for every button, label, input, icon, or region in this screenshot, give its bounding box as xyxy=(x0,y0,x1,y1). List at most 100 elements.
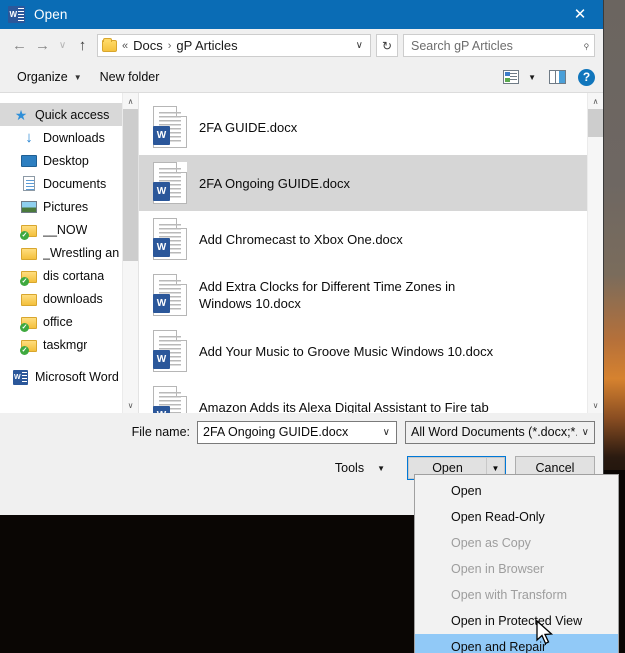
file-name-label: Add Chromecast to Xbox One.docx xyxy=(199,231,403,247)
sidebar-item-now[interactable]: __NOW➤ xyxy=(0,218,138,241)
word-icon: W xyxy=(8,6,25,23)
word-icon-letter: W xyxy=(9,9,18,19)
menu-item-label: Open Read-Only xyxy=(451,510,545,524)
file-name-label: Amazon Adds its Alexa Digital Assistant … xyxy=(199,399,489,414)
sidebar-item-downloads[interactable]: ↓Downloads➤ xyxy=(0,126,138,149)
file-list-item[interactable]: W 2FA Ongoing GUIDE.docx xyxy=(139,155,587,211)
filelist-scrollbar[interactable]: ∧ ∨ xyxy=(587,93,603,413)
chevron-down-icon[interactable]: ∨ xyxy=(377,427,396,438)
scroll-down-icon[interactable]: ∨ xyxy=(123,397,138,413)
title-bar: W Open ✕ xyxy=(0,0,603,29)
breadcrumb[interactable]: « Docs › gP Articles ∨ xyxy=(97,34,371,57)
sidebar-scroll-thumb[interactable] xyxy=(123,109,138,261)
scroll-down-icon[interactable]: ∨ xyxy=(588,397,603,413)
word-document-icon: W xyxy=(153,274,187,316)
refresh-icon[interactable]: ↻ xyxy=(376,34,398,57)
file-name-label: Add Extra Clocks for Different Time Zone… xyxy=(199,279,456,311)
file-name-label: 2FA GUIDE.docx xyxy=(199,119,298,135)
word-badge: W xyxy=(153,126,170,145)
window-title: Open xyxy=(34,7,68,22)
breadcrumb-item-gp-articles[interactable]: gP Articles xyxy=(176,38,237,53)
menu-item-open-and-repair[interactable]: Open and Repair xyxy=(415,634,618,653)
sidebar-item-office[interactable]: office xyxy=(0,310,138,333)
file-list-item[interactable]: W Add Your Music to Groove Music Windows … xyxy=(139,323,587,379)
sidebar-item-label: Documents xyxy=(43,176,107,191)
documents-icon xyxy=(23,175,35,191)
open-dropdown-menu: Open Open Read-Only Open as Copy Open in Br… xyxy=(414,474,619,653)
breadcrumb-item-docs[interactable]: Docs xyxy=(133,38,163,53)
sidebar-item-label: Microsoft Word xyxy=(35,369,119,384)
sidebar-item-label: Downloads xyxy=(43,130,105,145)
navigation-bar: ← → ∨ ↑ « Docs › gP Articles ∨ ↻ Search … xyxy=(0,29,603,62)
menu-item-open-with-transform: Open with Transform xyxy=(415,582,618,608)
word-badge: W xyxy=(153,406,170,413)
sidebar-item-label: dis cortana xyxy=(43,268,105,283)
menu-item-open-in-protected-view[interactable]: Open in Protected View xyxy=(415,608,618,634)
file-list-item[interactable]: W Amazon Adds its Alexa Digital Assistant… xyxy=(139,379,587,413)
search-input[interactable]: Search gP Articles ⌕ xyxy=(403,34,595,57)
filename-label: File name: xyxy=(131,425,190,439)
chevron-down-icon[interactable]: ▼ xyxy=(522,73,542,82)
sidebar-item-label: __NOW xyxy=(43,222,88,237)
word-document-icon: W xyxy=(153,386,187,413)
sidebar-item-desktop[interactable]: Desktop➤ xyxy=(0,149,138,172)
forward-button[interactable]: → xyxy=(31,34,54,57)
organize-button[interactable]: Organize ▼ xyxy=(8,65,91,89)
menu-item-label: Open and Repair xyxy=(451,640,547,653)
navigation-pane: ★Quick access↓Downloads➤Desktop➤Document… xyxy=(0,93,139,413)
sidebar-item-taskmgr[interactable]: taskmgr xyxy=(0,333,138,356)
word-badge: W xyxy=(153,182,170,201)
scroll-up-icon[interactable]: ∧ xyxy=(588,93,603,109)
sidebar-scrollbar[interactable]: ∧ ∨ xyxy=(122,93,138,413)
sidebar-item-pictures[interactable]: Pictures➤ xyxy=(0,195,138,218)
sidebar-item-label: Desktop xyxy=(43,153,89,168)
menu-item-open-in-browser: Open in Browser xyxy=(415,556,618,582)
menu-item-label: Open in Browser xyxy=(451,562,545,576)
file-list-item[interactable]: W 2FA GUIDE.docx xyxy=(139,99,587,155)
pictures-icon xyxy=(21,200,37,213)
scroll-up-icon[interactable]: ∧ xyxy=(123,93,138,109)
preview-pane-icon[interactable] xyxy=(549,70,566,84)
chevron-down-icon: ▼ xyxy=(377,463,385,473)
chevron-down-icon[interactable]: ∨ xyxy=(577,427,594,438)
filename-value: 2FA Ongoing GUIDE.docx xyxy=(203,425,349,439)
file-list-items: W 2FA GUIDE.docx W 2FA Ongoing GUIDE.docx W A… xyxy=(139,93,603,413)
chevron-down-icon[interactable]: ∨ xyxy=(349,40,370,51)
file-list-item[interactable]: W Add Chromecast to Xbox One.docx xyxy=(139,211,587,267)
sidebar-item-downloads[interactable]: downloads xyxy=(0,287,138,310)
sidebar-item-quick-access[interactable]: ★ Quick access xyxy=(0,103,138,126)
change-view-icon[interactable] xyxy=(503,70,520,84)
sidebar-item-label: Pictures xyxy=(43,199,89,214)
sidebar-item-microsoft-word[interactable]: W Microsoft Word xyxy=(0,365,138,388)
menu-item-open-read-only[interactable]: Open Read-Only xyxy=(415,504,618,530)
sidebar-item-wrestling-an[interactable]: _Wrestling an➤ xyxy=(0,241,138,264)
folder-sync-icon xyxy=(21,270,37,283)
tools-button[interactable]: Tools ▼ xyxy=(329,457,391,479)
command-toolbar: Organize ▼ New folder ▼ ? xyxy=(0,62,603,93)
sidebar-item-label: Quick access xyxy=(35,107,110,122)
toolbar-right-group: ▼ ? xyxy=(503,68,595,86)
sidebar-item-label: office xyxy=(43,314,73,329)
back-button[interactable]: ← xyxy=(8,34,31,57)
filelist-scroll-thumb[interactable] xyxy=(588,109,603,137)
close-icon[interactable]: ✕ xyxy=(557,0,603,29)
help-icon[interactable]: ? xyxy=(578,68,595,86)
sidebar-item-documents[interactable]: Documents➤ xyxy=(0,172,138,195)
word-document-icon: W xyxy=(153,162,187,204)
star-icon: ★ xyxy=(14,106,28,123)
folder-icon xyxy=(21,247,37,260)
menu-item-open[interactable]: Open xyxy=(415,478,618,504)
dialog-body: ★Quick access↓Downloads➤Desktop➤Document… xyxy=(0,93,603,413)
recent-locations-button[interactable]: ∨ xyxy=(54,34,71,57)
file-list-item[interactable]: W Add Extra Clocks for Different Time Zon… xyxy=(139,267,587,323)
filename-input[interactable]: 2FA Ongoing GUIDE.docx ∨ xyxy=(197,420,397,444)
filetype-select[interactable]: All Word Documents (*.docx;*.d ∨ xyxy=(405,420,595,444)
breadcrumb-overflow-icon[interactable]: « xyxy=(122,40,128,52)
up-button[interactable]: ↑ xyxy=(71,34,94,57)
sidebar-item-dis-cortana[interactable]: dis cortana xyxy=(0,264,138,287)
word-icon: W xyxy=(13,369,28,385)
file-name-label: Add Your Music to Groove Music Windows 1… xyxy=(199,343,494,359)
word-badge: W xyxy=(153,238,170,257)
new-folder-button[interactable]: New folder xyxy=(91,65,169,89)
word-document-icon: W xyxy=(153,330,187,372)
